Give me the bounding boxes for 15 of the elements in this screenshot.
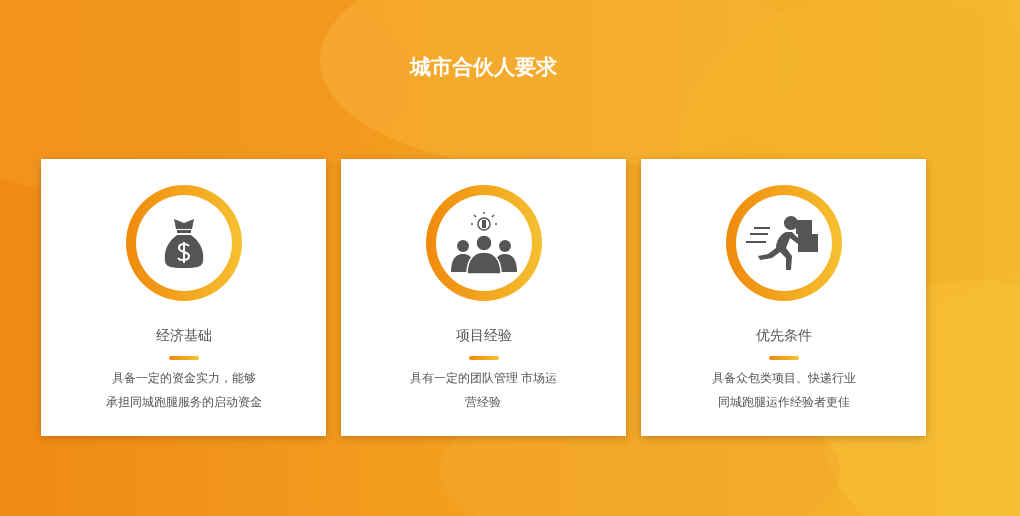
card-heading: 项目经验 [455, 326, 512, 345]
description-line: 承担同城跑腿服务的启动资金 [105, 394, 262, 411]
description-line: 同城跑腿运作经验者更佳 [717, 394, 850, 411]
description-line: 具备众包类项目、快递行业 [711, 370, 856, 387]
card-heading: 优先条件 [755, 326, 812, 345]
accent-bar [468, 356, 499, 360]
description-line: 营经验 [465, 394, 502, 411]
accent-bar [768, 356, 799, 360]
description-line: 具有一定的团队管理 市场运 [409, 370, 558, 387]
team-icon [448, 212, 519, 274]
accent-bar [168, 356, 199, 360]
money-bag-icon [163, 217, 204, 269]
card-heading: 经济基础 [155, 326, 212, 345]
description-line: 具备一定的资金实力，能够 [111, 370, 256, 387]
section-title: 城市合伙人要求 [408, 54, 558, 81]
